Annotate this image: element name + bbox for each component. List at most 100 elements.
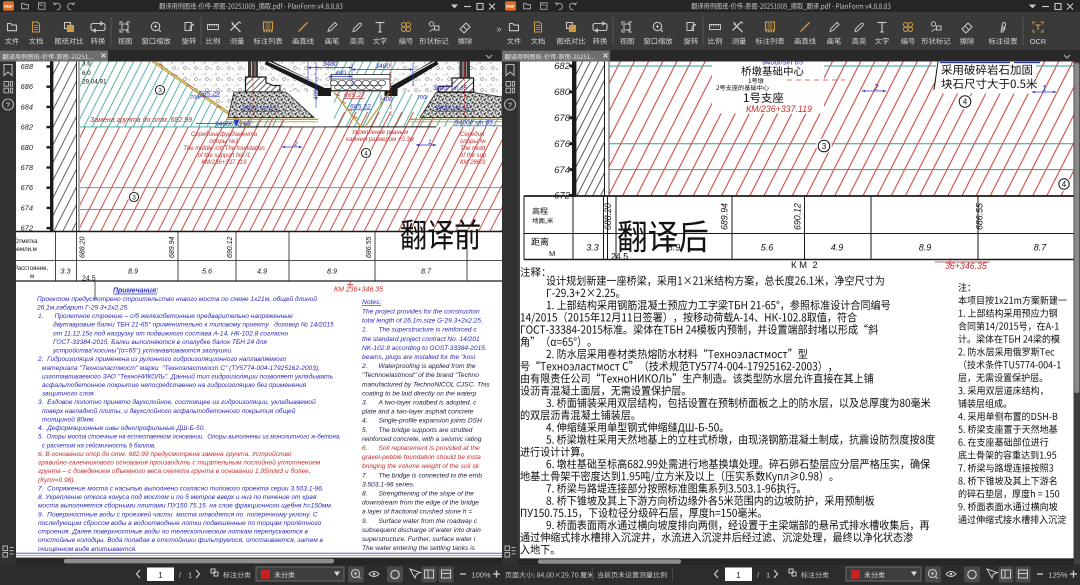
svg-text:manufactured by TechnoNICOL CJ: manufactured by TechnoNICOL CJSC. This bbox=[362, 381, 490, 388]
svg-text:9400/ sin 65°: 9400/ sin 65° bbox=[242, 104, 279, 112]
svg-text:8. Укрепление откоса конуса по: 8. Укрепление откоса конуса под мостом и… bbox=[38, 493, 317, 501]
svg-text:Примечания:: Примечания: bbox=[113, 288, 158, 295]
svg-text:400: 400 bbox=[313, 89, 320, 100]
svg-text:поверх накладной плиты, и двух: поверх накладной плиты, и двухслойного а… bbox=[42, 407, 296, 415]
svg-text:subsequent discharge of water: subsequent discharge of water into drain bbox=[362, 527, 481, 534]
svg-text:682: 682 bbox=[554, 61, 571, 72]
svg-text:КМ/236+337.119: КМ/236+337.119 bbox=[746, 104, 812, 114]
svg-text:The project provides for the c: The project provides for the constructio… bbox=[362, 309, 480, 316]
svg-text:680: 680 bbox=[20, 143, 33, 152]
svg-text:опоры №: опоры № bbox=[460, 138, 486, 145]
svg-text:изготавливаемого ЗАО "ТехноНИК: изготавливаемого ЗАО "ТехноНИКОЛЬ". Данн… bbox=[42, 372, 334, 380]
svg-text:с расчетом на сейсмичность 9 б: с расчетом на сейсмичность 9 баллов. bbox=[42, 442, 156, 449]
svg-text:Отметка: Отметка bbox=[14, 239, 38, 245]
svg-text:bringing the volume weight of: bringing the volume weight of the soil s… bbox=[362, 463, 480, 470]
svg-text:the standard project contract: the standard project contract No. 14/201 bbox=[362, 336, 480, 343]
svg-text:5.6: 5.6 bbox=[202, 267, 212, 276]
svg-text:plate and a two-layer asphalt: plate and a two-layer asphalt concrete bbox=[361, 409, 474, 416]
svg-text:КМ 286/3: КМ 286/3 bbox=[460, 160, 486, 166]
svg-text:1: 1 bbox=[766, 571, 770, 580]
svg-text:4: 4 bbox=[364, 151, 368, 158]
svg-text:ГОСТ-33384-2015. Балки выполня: ГОСТ-33384-2015. Балки выполняются в опа… bbox=[53, 338, 267, 346]
svg-text:3480: 3480 bbox=[322, 61, 337, 68]
svg-text:6.0: 6.0 bbox=[82, 70, 91, 77]
svg-text:м: м bbox=[30, 274, 34, 280]
svg-text:?: ? bbox=[508, 101, 513, 110]
svg-text:688.20: 688.20 bbox=[603, 203, 613, 230]
svg-text:688: 688 bbox=[20, 62, 33, 71]
svg-text:3400/ sin 65: 3400/ sin 65 bbox=[433, 85, 468, 92]
svg-text:of the sup: of the sup bbox=[460, 153, 487, 159]
svg-text:OCR: OCR bbox=[1030, 37, 1046, 46]
svg-text:двутавровые балки ТБН 21-65° п: двутавровые балки ТБН 21-65° применитель… bbox=[53, 321, 334, 329]
svg-text:NK-102.8 according to GOST-333: NK-102.8 according to GOST-33384-2015. bbox=[362, 345, 487, 352]
svg-text:Укрепление рваным: Укрепление рваным bbox=[351, 130, 408, 136]
svg-text:a layer of fractional crushed: a layer of fractional crushed stone h = bbox=[362, 509, 472, 516]
svg-text:700/: 700/ bbox=[417, 95, 428, 101]
svg-text:9. Поверхностные воды с проез: 9. Поверхностные воды с проезжей части м… bbox=[38, 510, 318, 518]
svg-text:4.9: 4.9 bbox=[257, 267, 267, 276]
svg-text:3: 3 bbox=[158, 88, 162, 95]
svg-text:1: 1 bbox=[736, 571, 741, 580]
svg-text:Проектом предусмотрено строите: Проектом предусмотрено строительство нов… bbox=[37, 295, 317, 303]
svg-text:690.12: 690.12 bbox=[793, 203, 803, 230]
svg-text:земли,м: земли,м bbox=[14, 247, 37, 253]
svg-text:8. Strengthening of the s: 8. Strengthening of the slope of the bbox=[362, 491, 474, 498]
svg-text:3480: 3480 bbox=[375, 63, 390, 70]
svg-text:строения. Далее поверхностные: строения. Далее поверхностные воды по те… bbox=[38, 528, 309, 536]
svg-text:678: 678 bbox=[20, 163, 33, 172]
svg-text:400: 400 bbox=[335, 70, 346, 77]
svg-text:The midd: The midd bbox=[460, 146, 486, 152]
svg-text:асфальтобетонное покрытие непо: асфальтобетонное покрытие непосредственн… bbox=[42, 381, 307, 389]
svg-text:Середин: Середин bbox=[460, 132, 485, 138]
svg-text:1: 1 bbox=[1042, 84, 1046, 93]
svg-text:1: 1 bbox=[158, 571, 163, 580]
svg-text:2: 2 bbox=[873, 83, 879, 92]
svg-text:100%: 100% bbox=[471, 571, 491, 580]
svg-text:coating to be laid directly on: coating to be laid directly on the water… bbox=[362, 390, 477, 397]
svg-text:8.9: 8.9 bbox=[128, 267, 138, 276]
svg-text:гравийно-галечникового основан: гравийно-галечникового основания произво… bbox=[38, 459, 321, 467]
svg-text:total length of 26.1m,size G-2: total length of 26.1m,size G-29.3+2x2.25… bbox=[362, 318, 483, 325]
svg-text:676: 676 bbox=[554, 139, 571, 150]
svg-text:4. Single-profile expansi: 4. Single-profile expansion joints DSH bbox=[362, 418, 482, 425]
svg-text:8.7: 8.7 bbox=[1034, 243, 1048, 253]
svg-text:отстойные колодцы. Вода попада: отстойные колодцы. Вода попадая в отстой… bbox=[38, 536, 324, 544]
svg-text:125%: 125% bbox=[1048, 571, 1068, 580]
svg-text:The middle /of/ The foundation: The middle /of/ The foundation bbox=[183, 146, 265, 152]
svg-text:6. В основании опор до отм. 68: 6. В основании опор до отм. 682.99 преду… bbox=[38, 450, 292, 458]
svg-text:1: 1 bbox=[428, 139, 432, 146]
svg-text:КМ 236+346.35: КМ 236+346.35 bbox=[334, 287, 383, 294]
svg-text:грунта – с доведением объемног: грунта – с доведением объемного веса ске… bbox=[38, 467, 311, 475]
svg-text:688.20: 688.20 bbox=[80, 236, 87, 258]
svg-text:"Technoelastmost" of the brand: "Technoelastmost" of the brand "Techno bbox=[362, 372, 479, 379]
svg-text:2: 2 bbox=[293, 141, 298, 148]
svg-text:КМ/236+337.119: КМ/236+337.119 bbox=[202, 160, 248, 166]
svg-text:680: 680 bbox=[554, 87, 571, 98]
svg-text:689.94: 689.94 bbox=[169, 236, 176, 258]
svg-text:686: 686 bbox=[20, 82, 33, 91]
svg-text:3. A two-layer roadbed is: 3. A two-layer roadbed is adopted, c bbox=[362, 400, 477, 407]
svg-text:5. The bridge supports ar: 5. The bridge supports are strutted bbox=[362, 427, 473, 434]
svg-text:682: 682 bbox=[20, 123, 33, 132]
svg-text:3.3: 3.3 bbox=[61, 267, 71, 276]
svg-text:защитного слоя.: защитного слоя. bbox=[41, 391, 95, 398]
svg-text:700/: 700/ bbox=[190, 95, 201, 101]
svg-text:3: 3 bbox=[132, 195, 136, 202]
svg-text:M: M bbox=[549, 249, 555, 258]
svg-text:24.5: 24.5 bbox=[82, 276, 96, 283]
svg-text:684: 684 bbox=[20, 102, 33, 111]
svg-text:8.9: 8.9 bbox=[668, 243, 681, 253]
svg-text:Середина фундамента: Середина фундамента bbox=[191, 132, 258, 138]
svg-text:5.6: 5.6 bbox=[761, 243, 774, 253]
svg-text:685.22: 685.22 bbox=[350, 104, 371, 111]
svg-text:2. Гидроизоляция применена из: 2. Гидроизоляция применена из рулонного … bbox=[37, 355, 287, 363]
svg-text:PDF: PDF bbox=[4, 4, 13, 9]
svg-text:8.7: 8.7 bbox=[421, 267, 432, 276]
svg-text:камнем размером +0.3м: камнем размером +0.3м bbox=[346, 137, 414, 143]
svg-text:9. Surface water from the: 9. Surface water from the roadway c bbox=[362, 518, 478, 525]
svg-text:downstream from the edge of th: downstream from the edge of the bridge bbox=[362, 500, 479, 507]
svg-text:3.503.1-96 series.: 3.503.1-96 series. bbox=[362, 481, 415, 488]
svg-text:толщиной 80мм.: толщиной 80мм. bbox=[42, 415, 95, 423]
svg-text:9400/ sin 65°: 9400/ sin 65° bbox=[435, 104, 472, 112]
